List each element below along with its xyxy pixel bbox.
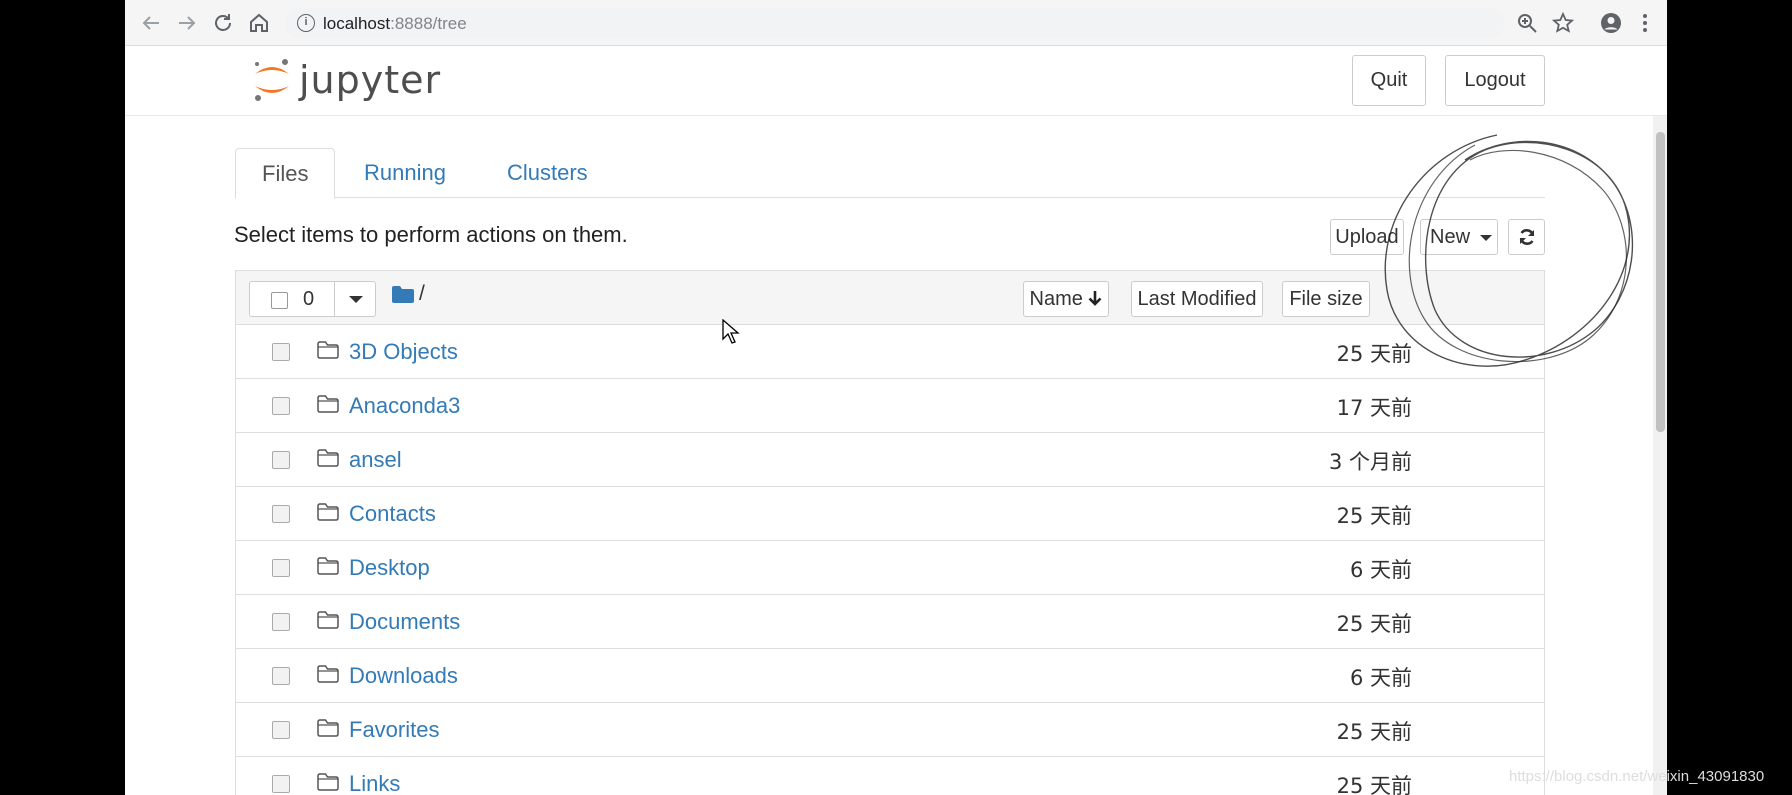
- folder-outline-icon: [317, 719, 339, 737]
- file-name-link[interactable]: ansel: [349, 447, 402, 473]
- file-modified: 3 个月前: [1328, 450, 1412, 474]
- file-modified: 25 天前: [1336, 720, 1412, 744]
- file-modified: 25 天前: [1336, 774, 1412, 795]
- jupyter-logo-icon: [255, 59, 289, 101]
- folder-outline-icon: [317, 503, 339, 521]
- browser-viewport: i localhost:8888/tree jupyter Quit Logou…: [125, 0, 1667, 795]
- quit-button[interactable]: Quit: [1352, 55, 1426, 106]
- file-name-link[interactable]: Downloads: [349, 663, 458, 689]
- folder-outline-icon: [317, 665, 339, 683]
- row-checkbox[interactable]: [272, 505, 290, 523]
- arrow-down-icon: [1089, 291, 1102, 306]
- file-name-link[interactable]: Contacts: [349, 501, 436, 527]
- folder-outline-icon: [317, 395, 339, 413]
- folder-outline-icon: [317, 557, 339, 575]
- sort-size-button[interactable]: File size: [1282, 281, 1370, 317]
- menu-dots-icon[interactable]: [1633, 11, 1657, 35]
- file-list: 0 / Name Last Modified File size 3D Obje…: [235, 270, 1545, 795]
- file-name-link[interactable]: Documents: [349, 609, 460, 635]
- jupyter-header: jupyter Quit Logout: [125, 46, 1667, 116]
- forward-icon[interactable]: [175, 11, 199, 35]
- file-modified: 17 天前: [1336, 396, 1412, 420]
- file-name-link[interactable]: Links: [349, 771, 400, 795]
- file-name-link[interactable]: Anaconda3: [349, 393, 460, 419]
- home-icon[interactable]: [247, 11, 271, 35]
- file-row[interactable]: Links 25 天前: [236, 757, 1544, 795]
- folder-outline-icon: [317, 449, 339, 467]
- scrollbar-thumb[interactable]: [1656, 132, 1665, 432]
- file-modified: 25 天前: [1336, 612, 1412, 636]
- breadcrumb-root[interactable]: /: [419, 282, 425, 306]
- logo-text: jupyter: [299, 58, 442, 102]
- new-dropdown-button[interactable]: New: [1420, 219, 1498, 255]
- upload-button[interactable]: Upload: [1330, 219, 1404, 255]
- zoom-icon[interactable]: [1515, 11, 1539, 35]
- file-row[interactable]: Desktop 6 天前: [236, 541, 1544, 595]
- tab-bar: Files Running Clusters: [235, 148, 1545, 199]
- file-row[interactable]: 3D Objects 25 天前: [236, 325, 1544, 379]
- row-checkbox[interactable]: [272, 343, 290, 361]
- file-modified: 25 天前: [1336, 504, 1412, 528]
- sort-name-button[interactable]: Name: [1023, 281, 1109, 317]
- file-row[interactable]: Anaconda3 17 天前: [236, 379, 1544, 433]
- file-row[interactable]: Documents 25 天前: [236, 595, 1544, 649]
- folder-outline-icon: [317, 611, 339, 629]
- file-row[interactable]: Contacts 25 天前: [236, 487, 1544, 541]
- bookmark-star-icon[interactable]: [1551, 11, 1575, 35]
- page-scrollbar[interactable]: [1653, 116, 1667, 795]
- folder-outline-icon: [317, 341, 339, 359]
- file-modified: 6 天前: [1349, 666, 1412, 690]
- select-all-group: 0: [249, 281, 376, 317]
- caret-down-icon[interactable]: [349, 296, 363, 303]
- row-checkbox[interactable]: [272, 397, 290, 415]
- file-name-link[interactable]: 3D Objects: [349, 339, 458, 365]
- info-icon[interactable]: i: [297, 14, 315, 32]
- file-row[interactable]: Downloads 6 天前: [236, 649, 1544, 703]
- selection-hint: Select items to perform actions on them.: [234, 222, 628, 247]
- file-name-link[interactable]: Desktop: [349, 555, 430, 581]
- row-checkbox[interactable]: [272, 667, 290, 685]
- jupyter-logo[interactable]: jupyter: [251, 54, 441, 106]
- folder-icon[interactable]: [392, 286, 414, 303]
- watermark: https://blog.csdn.net/weixin_43091830: [1509, 768, 1765, 785]
- file-modified: 25 天前: [1336, 342, 1412, 366]
- divider: [334, 282, 335, 316]
- tab-running[interactable]: Running: [338, 148, 472, 198]
- sort-modified-button[interactable]: Last Modified: [1131, 281, 1263, 317]
- browser-toolbar: i localhost:8888/tree: [125, 0, 1667, 46]
- reload-icon[interactable]: [211, 11, 235, 35]
- address-bar[interactable]: i localhost:8888/tree: [285, 8, 1505, 38]
- row-checkbox[interactable]: [272, 721, 290, 739]
- tab-files[interactable]: Files: [235, 148, 336, 199]
- sort-name-label: Name: [1029, 288, 1083, 310]
- row-checkbox[interactable]: [272, 775, 290, 793]
- refresh-icon: [1519, 229, 1534, 245]
- file-name-link[interactable]: Favorites: [349, 717, 439, 743]
- url-text: localhost:8888/tree: [323, 14, 467, 33]
- back-icon[interactable]: [139, 11, 163, 35]
- account-icon[interactable]: [1599, 11, 1623, 35]
- caret-down-icon: [1479, 234, 1492, 241]
- file-list-header: 0 / Name Last Modified File size: [236, 271, 1544, 325]
- logout-button[interactable]: Logout: [1445, 55, 1545, 106]
- row-checkbox[interactable]: [272, 613, 290, 631]
- select-all-checkbox[interactable]: [271, 292, 288, 309]
- row-checkbox[interactable]: [272, 559, 290, 577]
- refresh-button[interactable]: [1508, 219, 1545, 255]
- folder-outline-icon: [317, 773, 339, 791]
- selected-count: 0: [303, 288, 315, 310]
- tab-clusters[interactable]: Clusters: [481, 148, 614, 198]
- file-row[interactable]: Favorites 25 天前: [236, 703, 1544, 757]
- file-modified: 6 天前: [1349, 558, 1412, 582]
- row-checkbox[interactable]: [272, 451, 290, 469]
- mouse-pointer-icon: [722, 319, 740, 344]
- new-label: New: [1430, 226, 1471, 248]
- file-row[interactable]: ansel 3 个月前: [236, 433, 1544, 487]
